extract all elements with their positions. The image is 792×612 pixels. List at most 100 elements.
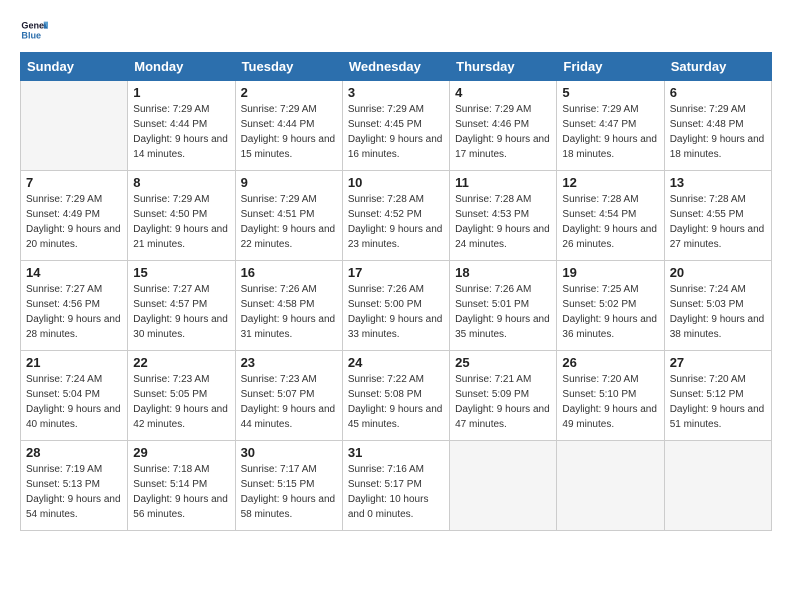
day-number: 3: [348, 85, 444, 100]
day-header-sunday: Sunday: [21, 53, 128, 81]
day-cell: 27 Sunrise: 7:20 AMSunset: 5:12 PMDayligh…: [664, 351, 771, 441]
day-cell: 12 Sunrise: 7:28 AMSunset: 4:54 PMDayligh…: [557, 171, 664, 261]
day-cell: 21Sunrise: 7:24 AMSunset: 5:04 PMDayligh…: [21, 351, 128, 441]
week-row-4: 21Sunrise: 7:24 AMSunset: 5:04 PMDayligh…: [21, 351, 772, 441]
day-number: 15: [133, 265, 229, 280]
day-cell: [664, 441, 771, 531]
day-cell: 24 Sunrise: 7:22 AMSunset: 5:08 PMDayligh…: [342, 351, 449, 441]
logo-icon: General Blue: [20, 16, 48, 44]
day-info: Sunrise: 7:26 AMSunset: 5:01 PMDaylight:…: [455, 282, 551, 342]
day-info: Sunrise: 7:28 AMSunset: 4:55 PMDaylight:…: [670, 192, 766, 252]
day-cell: [450, 441, 557, 531]
day-cell: [21, 81, 128, 171]
day-number: 29: [133, 445, 229, 460]
day-number: 10: [348, 175, 444, 190]
page-header: General Blue: [20, 16, 772, 44]
day-number: 6: [670, 85, 766, 100]
day-cell: 11 Sunrise: 7:28 AMSunset: 4:53 PMDayligh…: [450, 171, 557, 261]
day-cell: 23 Sunrise: 7:23 AMSunset: 5:07 PMDayligh…: [235, 351, 342, 441]
day-cell: 20 Sunrise: 7:24 AMSunset: 5:03 PMDayligh…: [664, 261, 771, 351]
day-info: Sunrise: 7:25 AMSunset: 5:02 PMDaylight:…: [562, 282, 658, 342]
day-info: Sunrise: 7:26 AMSunset: 5:00 PMDaylight:…: [348, 282, 444, 342]
day-cell: 25 Sunrise: 7:21 AMSunset: 5:09 PMDayligh…: [450, 351, 557, 441]
day-number: 11: [455, 175, 551, 190]
day-number: 28: [26, 445, 122, 460]
week-row-1: 1 Sunrise: 7:29 AMSunset: 4:44 PMDaylight…: [21, 81, 772, 171]
day-info: Sunrise: 7:21 AMSunset: 5:09 PMDaylight:…: [455, 372, 551, 432]
logo: General Blue: [20, 16, 48, 44]
day-header-wednesday: Wednesday: [342, 53, 449, 81]
day-cell: 13 Sunrise: 7:28 AMSunset: 4:55 PMDayligh…: [664, 171, 771, 261]
day-cell: 6 Sunrise: 7:29 AMSunset: 4:48 PMDaylight…: [664, 81, 771, 171]
day-info: Sunrise: 7:16 AMSunset: 5:17 PMDaylight:…: [348, 462, 444, 522]
day-number: 17: [348, 265, 444, 280]
day-info: Sunrise: 7:20 AMSunset: 5:12 PMDaylight:…: [670, 372, 766, 432]
day-number: 23: [241, 355, 337, 370]
day-number: 5: [562, 85, 658, 100]
day-info: Sunrise: 7:29 AMSunset: 4:48 PMDaylight:…: [670, 102, 766, 162]
day-cell: 3 Sunrise: 7:29 AMSunset: 4:45 PMDaylight…: [342, 81, 449, 171]
day-cell: 31 Sunrise: 7:16 AMSunset: 5:17 PMDayligh…: [342, 441, 449, 531]
day-cell: 26Sunrise: 7:20 AMSunset: 5:10 PMDayligh…: [557, 351, 664, 441]
day-number: 20: [670, 265, 766, 280]
day-info: Sunrise: 7:29 AMSunset: 4:45 PMDaylight:…: [348, 102, 444, 162]
day-cell: 8Sunrise: 7:29 AMSunset: 4:50 PMDaylight…: [128, 171, 235, 261]
day-cell: 30 Sunrise: 7:17 AMSunset: 5:15 PMDayligh…: [235, 441, 342, 531]
day-cell: 16 Sunrise: 7:26 AMSunset: 4:58 PMDayligh…: [235, 261, 342, 351]
day-info: Sunrise: 7:27 AMSunset: 4:56 PMDaylight:…: [26, 282, 122, 342]
day-number: 19: [562, 265, 658, 280]
day-header-tuesday: Tuesday: [235, 53, 342, 81]
day-cell: 18 Sunrise: 7:26 AMSunset: 5:01 PMDayligh…: [450, 261, 557, 351]
day-info: Sunrise: 7:29 AMSunset: 4:49 PMDaylight:…: [26, 192, 122, 252]
day-info: Sunrise: 7:18 AMSunset: 5:14 PMDaylight:…: [133, 462, 229, 522]
day-number: 13: [670, 175, 766, 190]
day-cell: 7 Sunrise: 7:29 AMSunset: 4:49 PMDaylight…: [21, 171, 128, 261]
day-cell: [557, 441, 664, 531]
day-number: 26: [562, 355, 658, 370]
day-number: 25: [455, 355, 551, 370]
day-info: Sunrise: 7:23 AMSunset: 5:07 PMDaylight:…: [241, 372, 337, 432]
day-info: Sunrise: 7:22 AMSunset: 5:08 PMDaylight:…: [348, 372, 444, 432]
day-headers-row: SundayMondayTuesdayWednesdayThursdayFrid…: [21, 53, 772, 81]
day-cell: 19 Sunrise: 7:25 AMSunset: 5:02 PMDayligh…: [557, 261, 664, 351]
day-number: 7: [26, 175, 122, 190]
day-number: 30: [241, 445, 337, 460]
day-info: Sunrise: 7:28 AMSunset: 4:52 PMDaylight:…: [348, 192, 444, 252]
day-cell: 4Sunrise: 7:29 AMSunset: 4:46 PMDaylight…: [450, 81, 557, 171]
day-info: Sunrise: 7:28 AMSunset: 4:53 PMDaylight:…: [455, 192, 551, 252]
day-number: 16: [241, 265, 337, 280]
day-number: 8: [133, 175, 229, 190]
week-row-2: 7 Sunrise: 7:29 AMSunset: 4:49 PMDaylight…: [21, 171, 772, 261]
day-cell: 29 Sunrise: 7:18 AMSunset: 5:14 PMDayligh…: [128, 441, 235, 531]
day-cell: 2 Sunrise: 7:29 AMSunset: 4:44 PMDaylight…: [235, 81, 342, 171]
day-number: 31: [348, 445, 444, 460]
week-row-3: 14Sunrise: 7:27 AMSunset: 4:56 PMDayligh…: [21, 261, 772, 351]
day-cell: 5 Sunrise: 7:29 AMSunset: 4:47 PMDaylight…: [557, 81, 664, 171]
day-info: Sunrise: 7:17 AMSunset: 5:15 PMDaylight:…: [241, 462, 337, 522]
day-header-thursday: Thursday: [450, 53, 557, 81]
day-number: 24: [348, 355, 444, 370]
day-number: 2: [241, 85, 337, 100]
day-info: Sunrise: 7:29 AMSunset: 4:44 PMDaylight:…: [241, 102, 337, 162]
day-number: 1: [133, 85, 229, 100]
day-info: Sunrise: 7:29 AMSunset: 4:51 PMDaylight:…: [241, 192, 337, 252]
svg-text:Blue: Blue: [21, 30, 41, 40]
day-number: 9: [241, 175, 337, 190]
day-number: 27: [670, 355, 766, 370]
day-number: 12: [562, 175, 658, 190]
day-info: Sunrise: 7:27 AMSunset: 4:57 PMDaylight:…: [133, 282, 229, 342]
day-info: Sunrise: 7:24 AMSunset: 5:03 PMDaylight:…: [670, 282, 766, 342]
day-info: Sunrise: 7:28 AMSunset: 4:54 PMDaylight:…: [562, 192, 658, 252]
day-number: 21: [26, 355, 122, 370]
day-cell: 14Sunrise: 7:27 AMSunset: 4:56 PMDayligh…: [21, 261, 128, 351]
day-cell: 28 Sunrise: 7:19 AMSunset: 5:13 PMDayligh…: [21, 441, 128, 531]
day-cell: 15 Sunrise: 7:27 AMSunset: 4:57 PMDayligh…: [128, 261, 235, 351]
day-info: Sunrise: 7:23 AMSunset: 5:05 PMDaylight:…: [133, 372, 229, 432]
day-info: Sunrise: 7:19 AMSunset: 5:13 PMDaylight:…: [26, 462, 122, 522]
day-number: 18: [455, 265, 551, 280]
day-info: Sunrise: 7:29 AMSunset: 4:47 PMDaylight:…: [562, 102, 658, 162]
day-cell: 22Sunrise: 7:23 AMSunset: 5:05 PMDayligh…: [128, 351, 235, 441]
day-info: Sunrise: 7:29 AMSunset: 4:46 PMDaylight:…: [455, 102, 551, 162]
day-info: Sunrise: 7:26 AMSunset: 4:58 PMDaylight:…: [241, 282, 337, 342]
day-cell: 1Sunrise: 7:29 AMSunset: 4:44 PMDaylight…: [128, 81, 235, 171]
